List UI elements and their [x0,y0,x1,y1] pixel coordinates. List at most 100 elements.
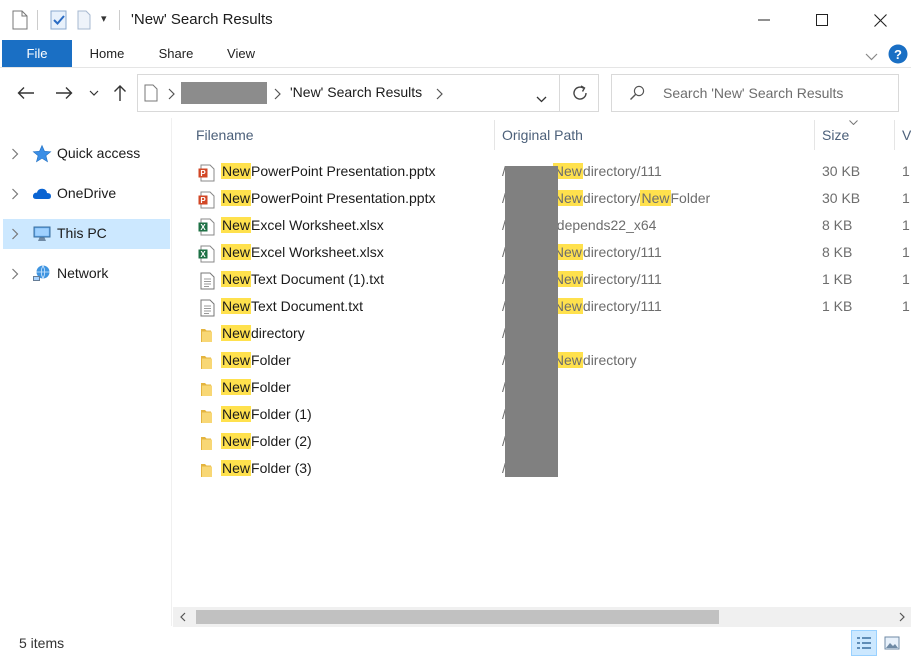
tab-share[interactable]: Share [149,40,203,67]
navigation-pane: Quick access OneDrive This PC Network [0,118,172,626]
computer-icon [33,226,51,241]
address-dropdown-icon[interactable] [536,90,547,106]
powerpoint-icon: P [198,164,216,182]
tab-file[interactable]: File [2,40,72,67]
breadcrumb-chevron-icon[interactable] [168,87,175,103]
file-size: 8 KB [822,217,853,233]
search-match-highlight: New [221,406,252,422]
file-name-rest: PowerPoint Presentation.pptx [251,190,436,206]
window-title: 'New' Search Results [131,11,273,28]
path-segment: Folder [670,190,711,206]
title-divider [119,10,120,30]
file-name-rest: directory [251,325,305,341]
back-button[interactable] [15,82,37,104]
large-icons-view-button[interactable] [879,630,905,656]
svg-text:P: P [200,169,206,178]
file-extra-column: 1 [902,190,910,206]
file-name-rest: Folder (2) [251,433,312,449]
page-icon[interactable] [12,10,28,33]
scroll-left-icon[interactable] [180,612,186,622]
sidebar-item-this-pc[interactable]: This PC [3,219,170,249]
details-view-button[interactable] [851,630,877,656]
file-name: NewFolder (2) [221,433,312,449]
file-size: 8 KB [822,244,853,260]
breadcrumb-chevron-icon[interactable] [274,87,281,103]
refresh-icon[interactable] [571,84,589,105]
folder-icon [198,380,216,398]
star-icon [32,144,52,163]
horizontal-scrollbar[interactable] [173,607,911,627]
folder-icon [198,326,216,344]
search-icon [629,85,645,104]
scrollbar-thumb[interactable] [196,610,719,624]
up-button[interactable] [109,82,131,104]
maximize-button[interactable] [793,0,851,40]
properties-icon[interactable] [50,10,68,33]
column-header-filename[interactable]: Filename [196,127,254,143]
scroll-right-icon[interactable] [899,612,905,622]
sidebar-item-label: Quick access [57,145,141,161]
expand-chevron-icon[interactable] [11,148,19,160]
column-divider[interactable] [814,120,815,150]
redacted-path [505,166,558,477]
file-size: 1 KB [822,298,853,314]
path-segment: directory/ [582,190,641,206]
file-extra-column: 1 [902,298,910,314]
file-name: NewFolder (1) [221,406,312,422]
sort-indicator-icon [849,120,858,125]
search-match-highlight: New [221,352,252,368]
cloud-icon [32,188,51,199]
file-extra-column: 1 [902,271,910,287]
large-icons-view-icon [884,636,900,650]
qa-dropdown-icon[interactable]: ▾ [101,12,107,25]
new-folder-icon[interactable] [77,10,91,33]
column-divider[interactable] [894,120,895,150]
sidebar-item-network[interactable]: Network [3,259,170,289]
file-name: NewFolder (3) [221,460,312,476]
sidebar-item-onedrive[interactable]: OneDrive [3,179,170,209]
path-segment: directory/111 [582,163,662,179]
file-size: 30 KB [822,163,861,179]
tab-home[interactable]: Home [80,40,134,67]
column-header-extra[interactable]: V [902,127,911,143]
ribbon: File Home Share View ? [0,40,911,68]
expand-chevron-icon[interactable] [11,268,19,280]
svg-text:X: X [200,223,206,232]
file-name: NewExcel Worksheet.xlsx [221,244,384,260]
help-icon[interactable]: ? [888,44,908,67]
breadcrumb-current[interactable]: 'New' Search Results [290,84,422,100]
ribbon-expand-icon[interactable] [865,48,878,64]
recent-locations-button[interactable] [85,82,103,104]
file-name-rest: PowerPoint Presentation.pptx [251,163,436,179]
network-icon [33,265,50,281]
sidebar-item-label: Network [57,265,109,281]
tab-view[interactable]: View [214,40,268,67]
breadcrumb-chevron-icon[interactable] [436,87,443,103]
search-input[interactable]: Search 'New' Search Results [611,74,899,112]
search-match-highlight: New [221,190,252,206]
file-name-rest: Folder [251,379,291,395]
close-button[interactable] [851,0,909,40]
file-name: NewFolder [221,352,291,368]
redacted-breadcrumb [181,82,267,104]
minimize-button[interactable] [735,0,793,40]
folder-icon [198,434,216,452]
column-header-size[interactable]: Size [822,127,849,143]
file-size: 30 KB [822,190,861,206]
expand-chevron-icon[interactable] [11,188,19,200]
qa-divider [37,10,38,30]
file-name: NewPowerPoint Presentation.pptx [221,163,435,179]
details-view-icon [857,637,871,649]
excel-icon: X [198,245,216,263]
forward-button[interactable] [53,82,75,104]
file-extra-column: 1 [902,244,910,260]
up-arrow-icon [114,85,126,101]
sidebar-item-quick-access[interactable]: Quick access [3,139,170,169]
file-name-rest: Folder (3) [251,460,312,476]
column-header-original-path[interactable]: Original Path [502,127,583,143]
search-match-highlight: New [221,163,252,179]
maximize-icon [816,14,828,26]
folder-icon [198,353,216,371]
column-divider[interactable] [494,120,495,150]
expand-chevron-icon[interactable] [11,228,19,240]
